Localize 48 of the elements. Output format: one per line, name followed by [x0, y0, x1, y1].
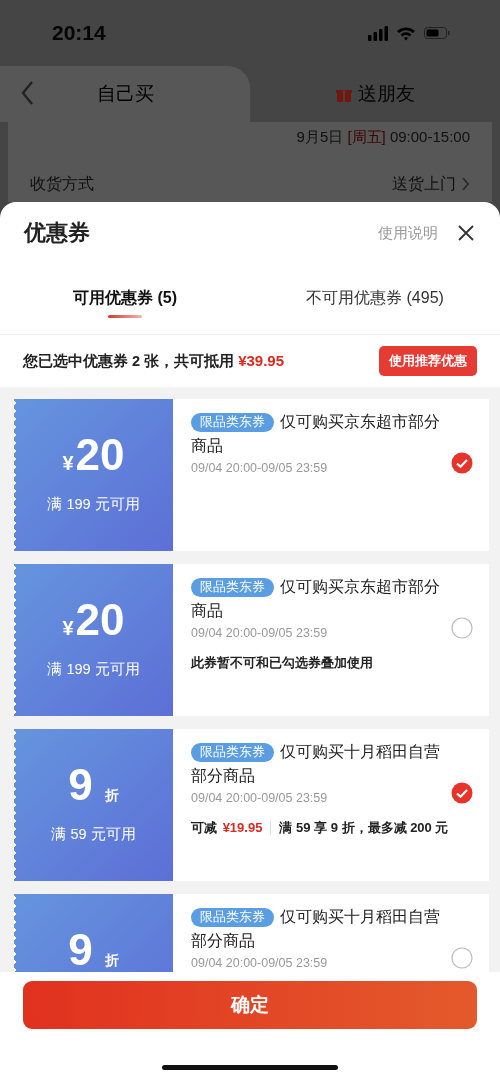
- close-icon[interactable]: [458, 225, 474, 241]
- coupon-value: 20: [75, 429, 125, 481]
- coupon-title: 限品类东券 仅可购买十月稻田自营部分商品: [191, 742, 441, 786]
- tab[interactable]: 不可用优惠券 (495): [306, 288, 444, 309]
- delivery-hours: 09:00-15:00: [389, 128, 470, 145]
- checkbox[interactable]: [451, 782, 473, 804]
- validity-period: 09/04 20:00-09/05 23:59: [191, 956, 329, 970]
- wifi-icon: [396, 25, 416, 41]
- status-time: 20:14: [52, 21, 106, 45]
- coupon-title: 限品类东券 仅可购买京东超市部分商品: [191, 412, 441, 456]
- validity-period: 09/04 20:00-09/05 23:59: [191, 791, 329, 805]
- discount-unit: 折: [104, 787, 119, 805]
- coupon-title: 限品类东券 仅可购买京东超市部分商品: [191, 577, 441, 621]
- currency-sign: ¥: [62, 452, 74, 475]
- checkbox[interactable]: [451, 617, 473, 639]
- coupon-value: 20: [75, 594, 125, 646]
- tab[interactable]: 自己买: [0, 66, 250, 122]
- delivery-date: 9月5日: [296, 128, 344, 145]
- back-icon[interactable]: [20, 80, 34, 106]
- field-value[interactable]: 送货上门: [392, 173, 456, 195]
- saving-text: 可减 ¥19.95: [191, 819, 263, 837]
- delivery-weekday: [周五]: [347, 128, 386, 145]
- currency-sign: ¥: [62, 617, 74, 640]
- checkbox[interactable]: [451, 947, 473, 969]
- sheet-title: 优惠券: [24, 219, 91, 247]
- coupon-rule: 满 59 享 9 折，最多减 200 元: [279, 819, 449, 837]
- coupon-title: 限品类东券 仅可购买十月稻田自营部分商品: [191, 907, 441, 951]
- help-link[interactable]: 使用说明: [378, 223, 438, 243]
- selection-summary: 您已选中优惠券 2 张，共可抵用 ¥39.95: [23, 351, 285, 371]
- discount-unit: 折: [104, 952, 119, 970]
- signal-icon: [368, 25, 388, 41]
- tab[interactable]: 可用优惠券 (5): [73, 288, 177, 309]
- confirm-button[interactable]: 确定: [23, 981, 477, 1029]
- coupon-condition: 满 199 元可用: [47, 495, 140, 514]
- recommend-button[interactable]: 使用推荐优惠: [379, 346, 477, 376]
- battery-icon: [424, 27, 450, 39]
- field-label: 收货方式: [30, 173, 94, 194]
- chevron-icon: [462, 177, 470, 191]
- validity-period: 09/04 20:00-09/05 23:59: [191, 461, 329, 475]
- coupon-value: 9: [68, 924, 93, 972]
- saving-amount: ¥19.95: [222, 820, 263, 835]
- total-discount: ¥39.95: [238, 351, 285, 369]
- checkbox[interactable]: [451, 452, 473, 474]
- coupon-note: 此券暂不可和已勾选券叠加使用: [191, 654, 374, 672]
- coupon-condition: 满 199 元可用: [47, 660, 140, 679]
- coupon-condition: 满 59 元可用: [51, 825, 136, 844]
- validity-period: 09/04 20:00-09/05 23:59: [191, 626, 329, 640]
- coupon-value: 9: [68, 759, 93, 811]
